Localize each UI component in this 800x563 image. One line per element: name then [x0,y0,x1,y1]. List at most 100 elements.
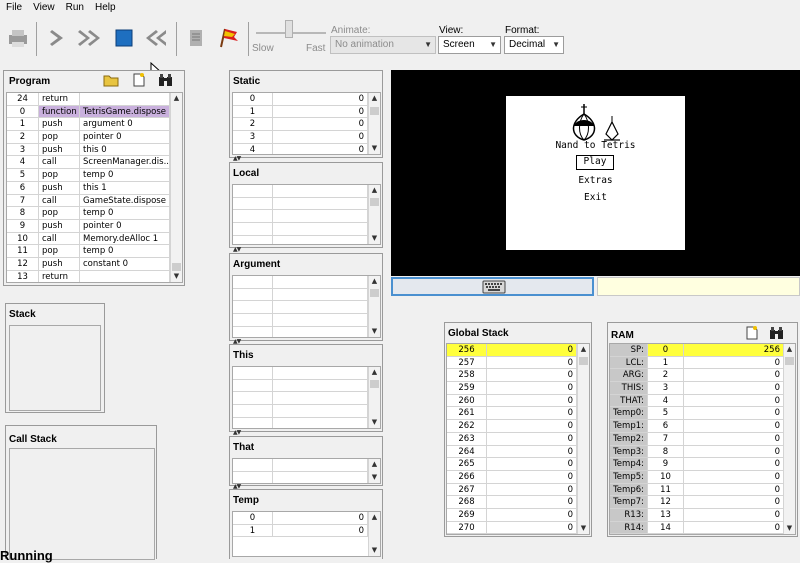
speed-slider-thumb[interactable] [285,20,293,38]
ram-row[interactable]: Temp7: 12 0 [610,496,795,509]
ram-table[interactable]: SP: 0 256 LCL: 1 0 ARG: 2 0 THIS: 3 0 THAT: 4 0 Temp0: 5… [609,343,796,535]
ram-row[interactable]: LCL: 1 0 [610,356,795,370]
program-row[interactable]: 1 push argument 0 [7,118,182,132]
temp-row[interactable]: 00 [233,512,380,525]
global-stack-row[interactable]: 260 0 [447,394,589,408]
global-stack-row[interactable]: 261 0 [447,407,589,421]
scroll-down-icon[interactable]: ▼ [369,545,380,556]
global-stack-row[interactable]: 258 0 [447,369,589,383]
program-row[interactable]: 8 pop temp 0 [7,207,182,220]
scroll-down-icon[interactable]: ▼ [369,233,380,244]
splitter-handle[interactable]: ▲▼ [233,246,241,253]
local-scrollbar[interactable]: ▲ ▼ [368,185,380,244]
scroll-thumb[interactable] [172,263,181,271]
local-table[interactable]: ▲ ▼ [232,184,381,245]
global-stack-row[interactable]: 270 0 [447,521,589,534]
ram-row[interactable]: Temp6: 11 0 [610,483,795,497]
scroll-up-icon[interactable]: ▲ [171,93,182,104]
program-row[interactable]: 7 call GameState.dispose 1 [7,194,182,208]
ram-row[interactable]: Temp4: 9 0 [610,458,795,471]
empty-row[interactable] [233,235,380,244]
empty-row[interactable] [233,210,380,224]
static-scrollbar[interactable]: ▲ ▼ [368,93,380,154]
static-row[interactable]: 40 [233,143,380,154]
program-row[interactable]: 12 push constant 0 [7,257,182,271]
empty-row[interactable] [233,379,380,393]
scroll-down-icon[interactable]: ▼ [578,523,589,534]
ram-row[interactable]: Temp0: 5 0 [610,407,795,421]
global-stack-row[interactable]: 269 0 [447,508,589,522]
empty-row[interactable] [233,392,380,406]
new-file-icon[interactable] [132,72,146,87]
empty-row[interactable] [233,301,380,315]
program-row[interactable]: 13 return [7,270,182,282]
ram-row[interactable]: Temp1: 6 0 [610,420,795,433]
this-table[interactable]: ▲ ▼ [232,366,381,429]
scroll-thumb[interactable] [579,357,588,365]
that-scrollbar[interactable]: ▲ ▼ [368,459,380,483]
scroll-up-icon[interactable]: ▲ [369,512,380,523]
empty-row[interactable] [233,197,380,211]
argument-table[interactable]: ▲ ▼ [232,275,381,338]
program-row[interactable]: 9 push pointer 0 [7,219,182,233]
ram-row[interactable]: SP: 0 256 [610,344,795,357]
program-row[interactable]: 10 call Memory.deAlloc 1 [7,232,182,246]
keyboard-input[interactable] [391,277,594,296]
program-scrollbar[interactable]: ▲ ▼ [170,93,182,282]
empty-row[interactable] [233,276,380,289]
scroll-down-icon[interactable]: ▼ [171,271,182,282]
program-row[interactable]: 24 return [7,93,182,106]
exit-option[interactable]: Exit [506,192,685,203]
empty-row[interactable] [233,288,380,302]
empty-row[interactable] [233,417,380,428]
program-row[interactable]: 3 push this 0 [7,143,182,157]
program-row[interactable]: 6 push this 1 [7,181,182,195]
static-row[interactable]: 00 [233,93,380,106]
reset-button[interactable] [142,24,166,52]
script-button[interactable] [184,24,208,52]
scroll-thumb[interactable] [370,198,379,206]
empty-row[interactable] [233,471,380,483]
that-table[interactable]: ▲ ▼ [232,458,381,484]
global-stack-table[interactable]: 256 0 257 0 258 0 259 0 260 0 261 0 262 0 263 0 264 0 265 0… [446,343,590,535]
scroll-thumb[interactable] [370,289,379,297]
binoculars-icon[interactable] [158,73,174,87]
breakpoints-button[interactable] [216,24,240,52]
temp-table[interactable]: 0010 ▲ ▼ [232,511,381,557]
scroll-up-icon[interactable]: ▲ [369,185,380,196]
menu-help[interactable]: Help [89,0,121,16]
ram-row[interactable]: THAT: 4 0 [610,394,795,408]
global-stack-row[interactable]: 256 0 [447,344,589,357]
folder-icon[interactable] [103,73,119,87]
ram-row[interactable]: Temp5: 10 0 [610,470,795,484]
scroll-thumb[interactable] [370,107,379,115]
new-file-icon[interactable] [745,325,759,340]
empty-row[interactable] [233,459,380,472]
fast-forward-button[interactable] [78,24,102,52]
global-stack-row[interactable]: 268 0 [447,496,589,509]
empty-row[interactable] [233,314,380,327]
global-stack-row[interactable]: 257 0 [447,356,589,370]
program-row[interactable]: 5 pop temp 0 [7,169,182,182]
ram-row[interactable]: R14: 14 0 [610,521,795,534]
temp-row[interactable]: 10 [233,524,380,538]
play-option[interactable]: Play [576,155,614,170]
scroll-up-icon[interactable]: ▲ [369,276,380,287]
empty-row[interactable] [233,223,380,236]
splitter-handle[interactable]: ▲▼ [233,155,241,162]
temp-scrollbar[interactable]: ▲ ▼ [368,512,380,556]
static-row[interactable]: 10 [233,105,380,119]
global-stack-row[interactable]: 266 0 [447,470,589,484]
scroll-up-icon[interactable]: ▲ [369,367,380,378]
ram-row[interactable]: Temp2: 7 0 [610,432,795,446]
scroll-down-icon[interactable]: ▼ [369,472,380,483]
scroll-up-icon[interactable]: ▲ [578,344,589,355]
program-row[interactable]: 2 pop pointer 0 [7,131,182,144]
format-select[interactable]: Decimal ▼ [504,36,564,54]
empty-row[interactable] [233,185,380,198]
single-step-button[interactable] [46,24,70,52]
binoculars-icon[interactable] [769,326,785,340]
empty-row[interactable] [233,367,380,380]
animate-select[interactable]: No animation ▼ [330,36,436,54]
splitter-handle[interactable]: ▲▼ [233,429,241,436]
